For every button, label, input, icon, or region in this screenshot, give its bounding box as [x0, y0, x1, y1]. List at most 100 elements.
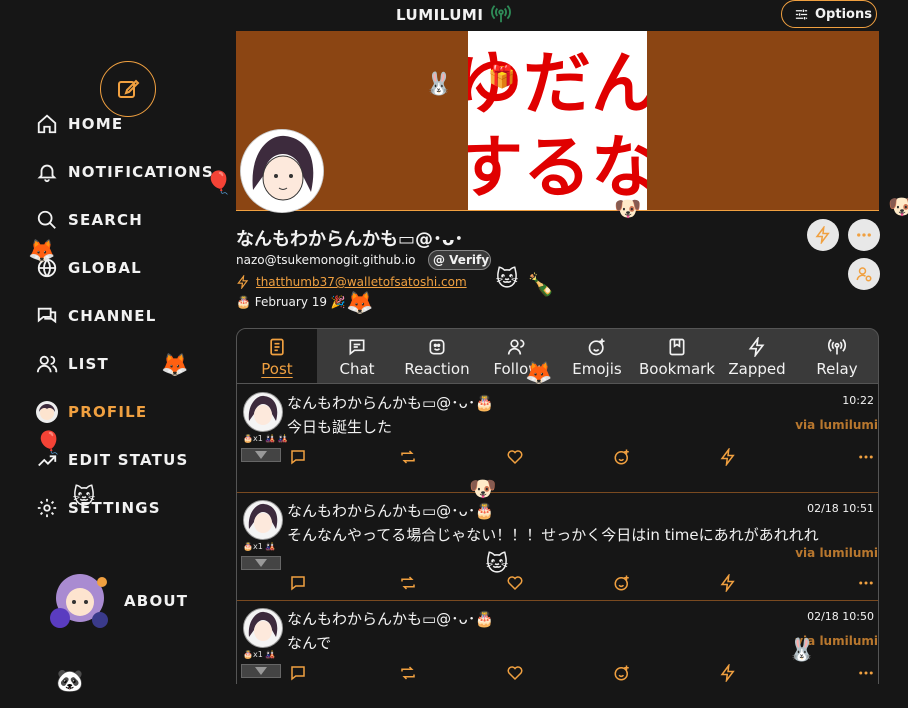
- sidebar-item-search[interactable]: SEARCH: [36, 208, 143, 232]
- profile-avatar[interactable]: [240, 129, 324, 213]
- home-icon: [37, 114, 57, 134]
- lightning-icon[interactable]: [719, 664, 737, 682]
- heart-icon[interactable]: [506, 664, 524, 682]
- compose-button[interactable]: [100, 61, 156, 117]
- bell-icon: [37, 164, 57, 183]
- options-label: Options: [815, 7, 872, 22]
- tab-chat[interactable]: Chat: [317, 329, 397, 383]
- tab-label: Reaction: [404, 360, 470, 378]
- verify-button[interactable]: @ Verify: [428, 250, 491, 270]
- more-horizontal-icon: [857, 233, 871, 237]
- sidebar-item-label: PROFILE: [68, 403, 148, 421]
- expand-button[interactable]: [241, 664, 281, 678]
- relay-antenna-icon: [491, 5, 511, 23]
- profile-tabs: Post Chat Reaction Follow Emojis Bookmar…: [236, 328, 879, 384]
- post-avatar[interactable]: [243, 500, 283, 540]
- reply-icon[interactable]: [289, 664, 307, 682]
- verify-label: @ Verify: [433, 253, 490, 267]
- post-feed: なんもわからんかも▭@･ᴗ･🎂 10:22 今日も誕生した via lumilu…: [236, 384, 879, 684]
- post-avatar[interactable]: [243, 392, 283, 432]
- sidebar-item-channel[interactable]: CHANNEL: [36, 304, 156, 328]
- repost-icon[interactable]: [399, 574, 417, 592]
- post-item[interactable]: なんもわからんかも▭@･ᴗ･🎂 02/18 10:51 そんなんやってる場合じゃ…: [237, 492, 878, 601]
- tab-emojis[interactable]: Emojis: [557, 329, 637, 383]
- about-mascot-image[interactable]: [40, 562, 114, 636]
- emoji-add-icon[interactable]: [613, 448, 631, 466]
- post-content: なんで: [287, 634, 332, 652]
- post-author[interactable]: なんもわからんかも▭@･ᴗ･🎂: [287, 500, 494, 521]
- tab-label: Relay: [816, 360, 858, 378]
- expand-button[interactable]: [241, 556, 281, 570]
- reply-icon[interactable]: [289, 448, 307, 466]
- reply-icon[interactable]: [289, 574, 307, 592]
- sidebar-item-list[interactable]: LIST: [36, 352, 109, 376]
- heart-icon[interactable]: [506, 448, 524, 466]
- post-content: そんなんやってる場合じゃない！！！せっかく今日はin timeにあれがあれれれ: [287, 526, 819, 544]
- triangle-down-icon: [255, 451, 267, 459]
- post-item[interactable]: なんもわからんかも▭@･ᴗ･🎂 02/18 10:50 なんで via lumi…: [237, 600, 878, 708]
- more-horizontal-icon[interactable]: [857, 448, 875, 466]
- sidebar-item-settings[interactable]: SETTINGS: [36, 496, 161, 520]
- post-time[interactable]: 02/18 10:50: [807, 610, 874, 623]
- users-icon: [507, 339, 525, 355]
- lightning-icon[interactable]: [719, 574, 737, 592]
- user-settings-button[interactable]: [848, 258, 880, 290]
- floating-dog-emoji: 🐶: [614, 197, 642, 222]
- search-icon: [37, 210, 56, 229]
- gear-icon: [37, 498, 57, 518]
- tab-zapped[interactable]: Zapped: [717, 329, 797, 383]
- post-item[interactable]: なんもわからんかも▭@･ᴗ･🎂 10:22 今日も誕生した via lumilu…: [237, 384, 878, 493]
- tab-reaction[interactable]: Reaction: [397, 329, 477, 383]
- emoji-add-icon[interactable]: [613, 574, 631, 592]
- post-reaction-summary: 🎂x1 🎎 🎎: [243, 434, 288, 443]
- sidebar: HOME NOTIFICATIONS SEARCH GLOBAL CHANNEL…: [0, 30, 236, 684]
- emoji-add-icon: [588, 338, 605, 356]
- sidebar-item-label: NOTIFICATIONS: [68, 163, 214, 181]
- top-bar: LUMILUMI Options: [0, 0, 908, 30]
- lightning-address-row: thatthumb37@walletofsatoshi.com: [236, 275, 467, 289]
- floating-fox-emoji: 🦊: [346, 291, 374, 316]
- sidebar-item-label: GLOBAL: [68, 259, 142, 277]
- profile-nip05: nazo@tsukemonogit.github.io: [236, 253, 416, 267]
- user-gear-icon: [856, 267, 872, 282]
- more-horizontal-icon[interactable]: [857, 574, 875, 592]
- tab-bookmark[interactable]: Bookmark: [637, 329, 717, 383]
- floating-balloon-emoji: 🎈: [35, 431, 63, 456]
- repost-icon[interactable]: [399, 664, 417, 682]
- lightning-icon[interactable]: [719, 448, 737, 466]
- more-horizontal-icon[interactable]: [857, 664, 875, 682]
- emoji-add-icon[interactable]: [613, 664, 631, 682]
- sidebar-item-label: EDIT STATUS: [68, 451, 189, 469]
- lightning-icon: [237, 275, 249, 289]
- expand-button[interactable]: [241, 448, 281, 462]
- users-icon: [36, 355, 58, 373]
- banner-image: ゆだん するな: [468, 31, 647, 211]
- post-time[interactable]: 02/18 10:51: [807, 502, 874, 515]
- options-button[interactable]: Options: [781, 0, 877, 28]
- post-actions: [289, 448, 877, 468]
- zap-button[interactable]: [807, 219, 839, 251]
- about-link[interactable]: ABOUT: [124, 592, 188, 610]
- floating-fox-emoji: 🦊: [28, 239, 56, 264]
- avatar: [36, 401, 58, 423]
- post-author[interactable]: なんもわからんかも▭@･ᴗ･🎂: [287, 608, 494, 629]
- post-avatar[interactable]: [243, 608, 283, 648]
- sidebar-item-label: SEARCH: [68, 211, 143, 229]
- repost-icon[interactable]: [399, 448, 417, 466]
- sidebar-item-profile[interactable]: PROFILE: [36, 400, 147, 424]
- more-button[interactable]: [848, 219, 880, 251]
- floating-bunny-emoji: 🐰: [425, 72, 453, 97]
- edit-icon: [118, 79, 140, 98]
- reaction-icon: [429, 339, 445, 355]
- tab-label: Chat: [339, 360, 375, 378]
- sidebar-item-notifications[interactable]: NOTIFICATIONS: [36, 160, 214, 184]
- chat-icon: [37, 307, 57, 324]
- post-author[interactable]: なんもわからんかも▭@･ᴗ･🎂: [287, 392, 494, 413]
- tab-post[interactable]: Post: [237, 329, 317, 383]
- floating-balloon-emoji: 🎈: [205, 171, 233, 196]
- tab-relay[interactable]: Relay: [797, 329, 877, 383]
- post-time[interactable]: 10:22: [842, 394, 874, 407]
- tab-label: Emojis: [572, 360, 622, 378]
- sidebar-item-home[interactable]: HOME: [36, 112, 123, 136]
- lightning-address-link[interactable]: thatthumb37@walletofsatoshi.com: [256, 275, 467, 289]
